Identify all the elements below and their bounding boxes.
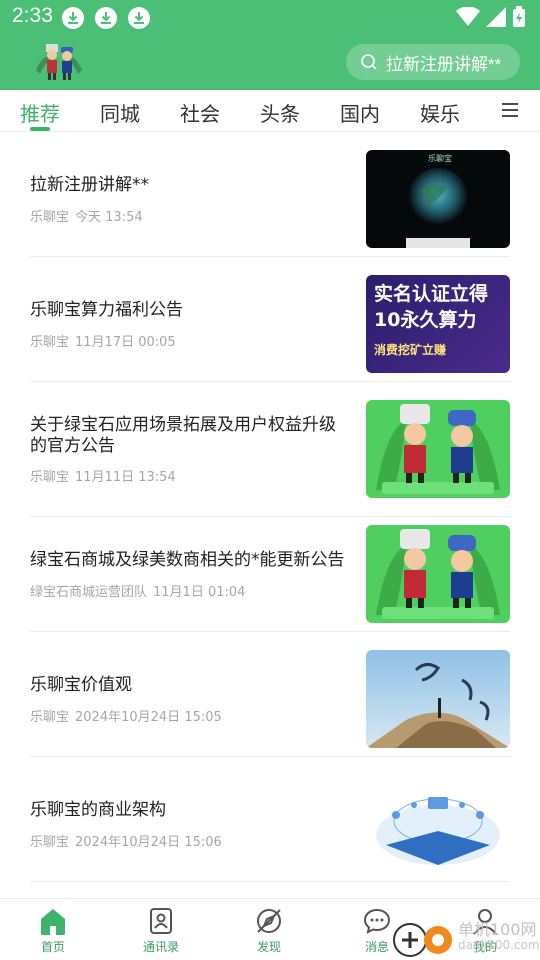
article-meta: 乐聊宝 11月17日 00:05	[30, 335, 176, 350]
wifi-icon	[456, 7, 480, 26]
nav-discover[interactable]: 发现	[229, 899, 309, 960]
nav-contacts[interactable]: 通讯录	[121, 899, 201, 960]
article-title: 绿宝石商城及绿美数商相关的*能更新公告	[30, 550, 345, 570]
download-icon	[95, 7, 117, 29]
mascot-logo[interactable]	[34, 40, 84, 82]
contacts-icon	[150, 908, 172, 934]
compass-icon	[257, 909, 281, 933]
divider	[30, 881, 510, 882]
list-item[interactable]: 乐聊宝的商业架构 乐聊宝 2024年10月24日 15:06	[0, 757, 540, 882]
search-placeholder: 拉新注册讲解**	[386, 54, 502, 74]
tab-entertainment[interactable]: 娱乐	[420, 98, 460, 127]
download-icon	[128, 7, 150, 29]
chat-icon	[363, 908, 391, 934]
nav-home[interactable]: 首页	[13, 899, 93, 960]
watermark-text: 单机100网	[458, 920, 537, 939]
list-item[interactable]: 拉新注册讲解** 乐聊宝 今天 13:54 乐聊宝	[0, 132, 540, 257]
nav-discover-label: 发现	[256, 940, 281, 954]
search-icon	[361, 54, 377, 70]
download-icon	[62, 7, 84, 29]
category-tabs: 推荐 同城 社会 头条 国内 娱乐	[0, 90, 540, 132]
article-title: 乐聊宝价值观	[30, 675, 132, 695]
article-title: 乐聊宝的商业架构	[30, 800, 166, 820]
watermark-url: danji100.com	[458, 938, 540, 952]
thumb-headline: 实名认证立得	[374, 283, 489, 305]
search-box[interactable]: 拉新注册讲解**	[346, 44, 520, 80]
article-meta: 绿宝石商城运营团队 11月1日 01:04	[30, 585, 246, 600]
list-item[interactable]: 乐聊宝价值观 乐聊宝 2024年10月24日 15:05	[0, 632, 540, 757]
article-thumbnail: 乐聊宝	[366, 150, 510, 248]
tab-local[interactable]: 同城	[100, 98, 140, 127]
tab-society[interactable]: 社会	[180, 98, 220, 127]
article-meta: 乐聊宝 11月11日 13:54	[30, 470, 176, 485]
battery-charging-icon	[513, 6, 525, 27]
article-thumbnail	[366, 775, 510, 873]
hamburger-icon[interactable]	[500, 101, 520, 119]
thumb-headline-2: 10永久算力	[374, 309, 477, 331]
article-thumbnail	[366, 525, 510, 623]
article-title: 关于绿宝石应用场景拓展及用户权益升级的官方公告	[30, 415, 336, 456]
site-watermark: 单机100网 danji100.com	[392, 916, 540, 960]
nav-contacts-label: 通讯录	[142, 940, 179, 954]
signal-icon	[486, 7, 506, 27]
list-item[interactable]: 乐聊宝算力福利公告 乐聊宝 11月17日 00:05 实名认证立得 10永久算力 …	[0, 257, 540, 382]
tab-domestic[interactable]: 国内	[340, 98, 380, 127]
article-meta: 乐聊宝 2024年10月24日 15:05	[30, 710, 222, 725]
article-title: 乐聊宝算力福利公告	[30, 300, 183, 320]
tab-headlines[interactable]: 头条	[260, 98, 300, 127]
active-tab-indicator	[30, 127, 50, 131]
list-item[interactable]: 绿宝石商城及绿美数商相关的*能更新公告 绿宝石商城运营团队 11月1日 01:04	[0, 507, 540, 632]
status-bar: 2:33	[0, 0, 540, 36]
article-thumbnail	[366, 650, 510, 748]
article-thumbnail: 实名认证立得 10永久算力 消费挖矿立赚	[366, 275, 510, 373]
tab-recommend[interactable]: 推荐	[20, 98, 60, 127]
home-icon	[41, 909, 65, 935]
list-item[interactable]: 关于绿宝石应用场景拓展及用户权益升级的官方公告 乐聊宝 11月11日 13:54	[0, 382, 540, 517]
thumb-subline: 消费挖矿立赚	[374, 343, 447, 357]
status-time: 2:33	[12, 4, 53, 27]
article-meta: 乐聊宝 2024年10月24日 15:06	[30, 835, 222, 850]
article-meta: 乐聊宝 今天 13:54	[30, 210, 143, 225]
nav-home-label: 首页	[40, 940, 65, 954]
article-thumbnail	[366, 400, 510, 498]
article-title: 拉新注册讲解**	[30, 175, 149, 195]
thumb-brand-text: 乐聊宝	[428, 154, 452, 163]
